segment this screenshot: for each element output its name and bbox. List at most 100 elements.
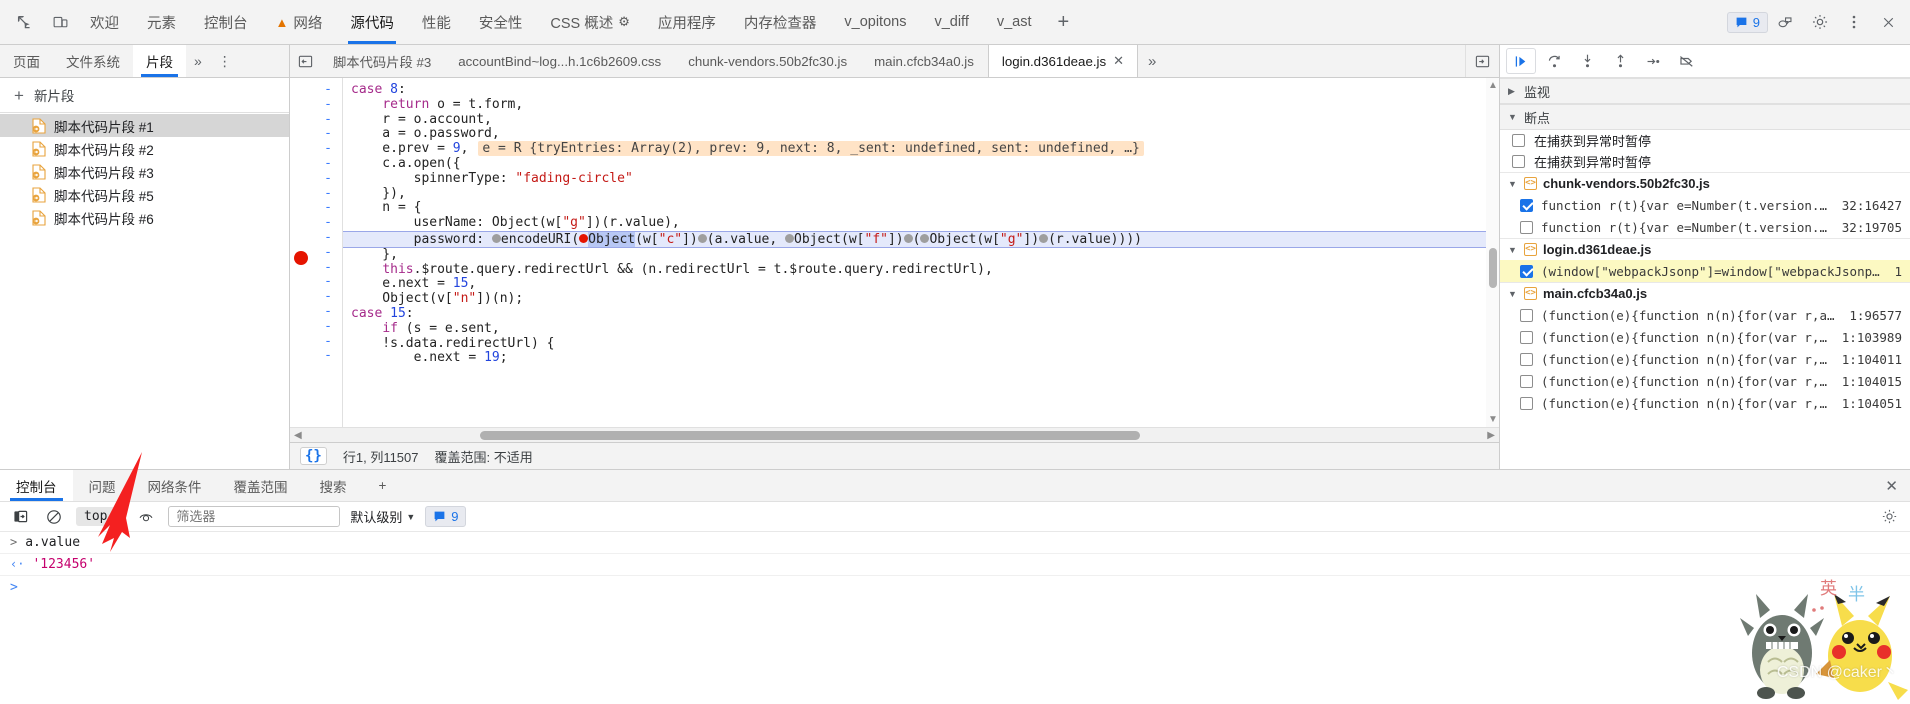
console-prompt[interactable]: > (0, 576, 1910, 599)
checkbox[interactable] (1520, 352, 1533, 366)
panel-tab-v-ast[interactable]: v_ast (983, 0, 1046, 44)
snippet-item-5[interactable]: 脚本代码片段 #5 (0, 183, 289, 206)
breakpoint-group-header-login[interactable]: ▼ <> login.d361deae.js (1500, 238, 1910, 260)
checkbox[interactable] (1520, 308, 1533, 322)
show-debugger-sidebar-icon[interactable] (1465, 45, 1499, 77)
breakpoint-row[interactable]: (function(e){function n(n){for(var r,a,i… (1500, 370, 1910, 392)
checkbox[interactable] (1512, 134, 1525, 147)
breakpoint-row[interactable]: (window["webpackJsonp"]=window["webpackJ… (1500, 260, 1910, 282)
panel-tab-elements[interactable]: 元素 (133, 0, 190, 44)
message-count-badge[interactable]: 9 (1726, 11, 1768, 33)
navigator-tab-page[interactable]: 页面 (0, 45, 53, 77)
breakpoint-row[interactable]: (function(e){function n(n){for(var r,a,i… (1500, 326, 1910, 348)
console-output[interactable]: > a.value ‹· '123456' > (0, 532, 1910, 704)
add-panel-icon[interactable]: + (1046, 0, 1082, 44)
panel-tab-sources[interactable]: 源代码 (336, 0, 408, 44)
panel-tab-security[interactable]: 安全性 (465, 0, 537, 44)
breakpoint-group-header-chunk-vendors[interactable]: ▼ <> chunk-vendors.50b2fc30.js (1500, 172, 1910, 194)
file-tab-accountbind-css[interactable]: accountBind~log...h.1c6b2609.css (445, 45, 675, 77)
step-into-next-function-call-icon[interactable] (1572, 48, 1602, 74)
panel-tab-network[interactable]: ▲ 网络 (262, 0, 337, 44)
devices-message-icon[interactable] (1770, 6, 1802, 38)
checkbox[interactable] (1512, 155, 1525, 168)
checkbox[interactable] (1520, 330, 1533, 344)
more-vertical-icon[interactable] (1838, 6, 1870, 38)
scrollbar-thumb[interactable] (1489, 248, 1497, 288)
console-filter-input[interactable] (168, 506, 341, 527)
breakpoint-row[interactable]: function r(t){var e=Number(t.version.spl… (1500, 194, 1910, 216)
file-tab-main-js[interactable]: main.cfcb34a0.js (861, 45, 988, 77)
breakpoints-section-header[interactable]: ▼ 断点 (1500, 104, 1910, 130)
navigator-more-tabs-icon[interactable]: » (186, 45, 210, 77)
new-snippet-button[interactable]: + 新片段 (0, 78, 289, 113)
checkbox[interactable] (1520, 264, 1533, 278)
drawer-tab-coverage[interactable]: 覆盖范围 (218, 470, 304, 501)
live-expression-icon[interactable] (134, 505, 158, 529)
file-tab-snippet-3[interactable]: 脚本代码片段 #3 (320, 45, 445, 77)
device-toolbar-icon[interactable] (44, 6, 76, 38)
breakpoint-gutter[interactable] (290, 78, 312, 427)
close-icon[interactable] (1872, 6, 1904, 38)
panel-tab-v-options[interactable]: v_opitons (830, 0, 920, 44)
code-content[interactable]: case 8: return o = t.form, r = o.account… (342, 78, 1499, 427)
resume-script-execution-icon[interactable] (1506, 48, 1536, 74)
deactivate-breakpoints-icon[interactable] (1671, 48, 1701, 74)
inspect-icon[interactable] (8, 6, 40, 38)
drawer-tab-console[interactable]: 控制台 (0, 470, 73, 501)
scrollbar-thumb[interactable] (480, 431, 1140, 440)
drawer-tab-search[interactable]: 搜索 (304, 470, 363, 501)
console-log-level-selector[interactable]: 默认级别 ▼ (350, 507, 415, 526)
console-sidebar-icon[interactable] (8, 505, 32, 529)
step-icon[interactable] (1638, 48, 1668, 74)
panel-tab-application[interactable]: 应用程序 (644, 0, 730, 44)
snippet-item-1[interactable]: 脚本代码片段 #1 (0, 114, 289, 137)
clear-console-icon[interactable] (42, 505, 66, 529)
drawer-close-icon[interactable]: ✕ (1873, 470, 1910, 501)
drawer-tab-issues[interactable]: 问题 (73, 470, 132, 501)
file-tabs-overflow-icon[interactable]: » (1138, 45, 1166, 77)
file-tab-login-js[interactable]: login.d361deae.js ✕ (987, 45, 1139, 77)
navigator-tab-filesystem[interactable]: 文件系统 (53, 45, 133, 77)
navigator-menu-icon[interactable]: ⋮ (210, 45, 240, 77)
drawer-tab-network-conditions[interactable]: 网络条件 (132, 470, 218, 501)
console-context-selector[interactable]: top ▼ (76, 507, 125, 526)
breakpoint-row[interactable]: (function(e){function n(n){for(var r,a,i… (1500, 304, 1910, 326)
checkbox[interactable] (1520, 396, 1533, 410)
panel-tab-welcome[interactable]: 欢迎 (76, 0, 133, 44)
editor-vertical-scrollbar[interactable]: ▲ ▼ (1486, 78, 1499, 427)
snippet-item-6[interactable]: 脚本代码片段 #6 (0, 206, 289, 229)
scroll-right-icon[interactable]: ▶ (1487, 430, 1495, 441)
pause-on-caught-exceptions-row-2[interactable]: 在捕获到异常时暂停 (1500, 151, 1910, 172)
drawer-add-tab-icon[interactable]: + (363, 470, 403, 501)
breakpoint-row[interactable]: function r(t){var e=Number(t.version.spl… (1500, 216, 1910, 238)
settings-gear-icon[interactable] (1804, 6, 1836, 38)
step-over-next-function-call-icon[interactable] (1539, 48, 1569, 74)
breakpoint-group-header-main[interactable]: ▼ <> main.cfcb34a0.js (1500, 282, 1910, 304)
checkbox[interactable] (1520, 374, 1533, 388)
panel-tab-performance[interactable]: 性能 (408, 0, 465, 44)
step-out-of-current-function-icon[interactable] (1605, 48, 1635, 74)
console-settings-gear-icon[interactable] (1876, 505, 1902, 529)
panel-tab-css-overview[interactable]: CSS 概述 ⚙ (536, 0, 644, 44)
navigator-tab-snippets[interactable]: 片段 (133, 45, 186, 77)
scroll-left-icon[interactable]: ◀ (294, 430, 302, 441)
pretty-print-icon[interactable]: {} (300, 447, 327, 465)
scroll-down-icon[interactable]: ▼ (1488, 414, 1498, 425)
snippet-item-2[interactable]: 脚本代码片段 #2 (0, 137, 289, 160)
panel-tab-v-diff[interactable]: v_diff (920, 0, 982, 44)
breakpoint-marker[interactable] (294, 251, 308, 265)
breakpoint-row[interactable]: (function(e){function n(n){for(var r,a,i… (1500, 392, 1910, 414)
watch-section-header[interactable]: ▶ 监视 (1500, 78, 1910, 104)
checkbox[interactable] (1520, 198, 1533, 212)
snippet-item-3[interactable]: 脚本代码片段 #3 (0, 160, 289, 183)
editor-horizontal-scrollbar[interactable]: ◀ ▶ (290, 427, 1499, 442)
show-navigator-icon[interactable] (290, 45, 320, 77)
file-tab-chunk-vendors-js[interactable]: chunk-vendors.50b2fc30.js (675, 45, 861, 77)
scroll-up-icon[interactable]: ▲ (1488, 80, 1498, 91)
panel-tab-memory-inspector[interactable]: 内存检查器 (730, 0, 831, 44)
pause-on-caught-exceptions-row-1[interactable]: 在捕获到异常时暂停 (1500, 130, 1910, 151)
panel-tab-console[interactable]: 控制台 (190, 0, 262, 44)
console-message-count-badge[interactable]: 9 (425, 506, 467, 527)
breakpoint-row[interactable]: (function(e){function n(n){for(var r,a,i… (1500, 348, 1910, 370)
checkbox[interactable] (1520, 220, 1533, 234)
